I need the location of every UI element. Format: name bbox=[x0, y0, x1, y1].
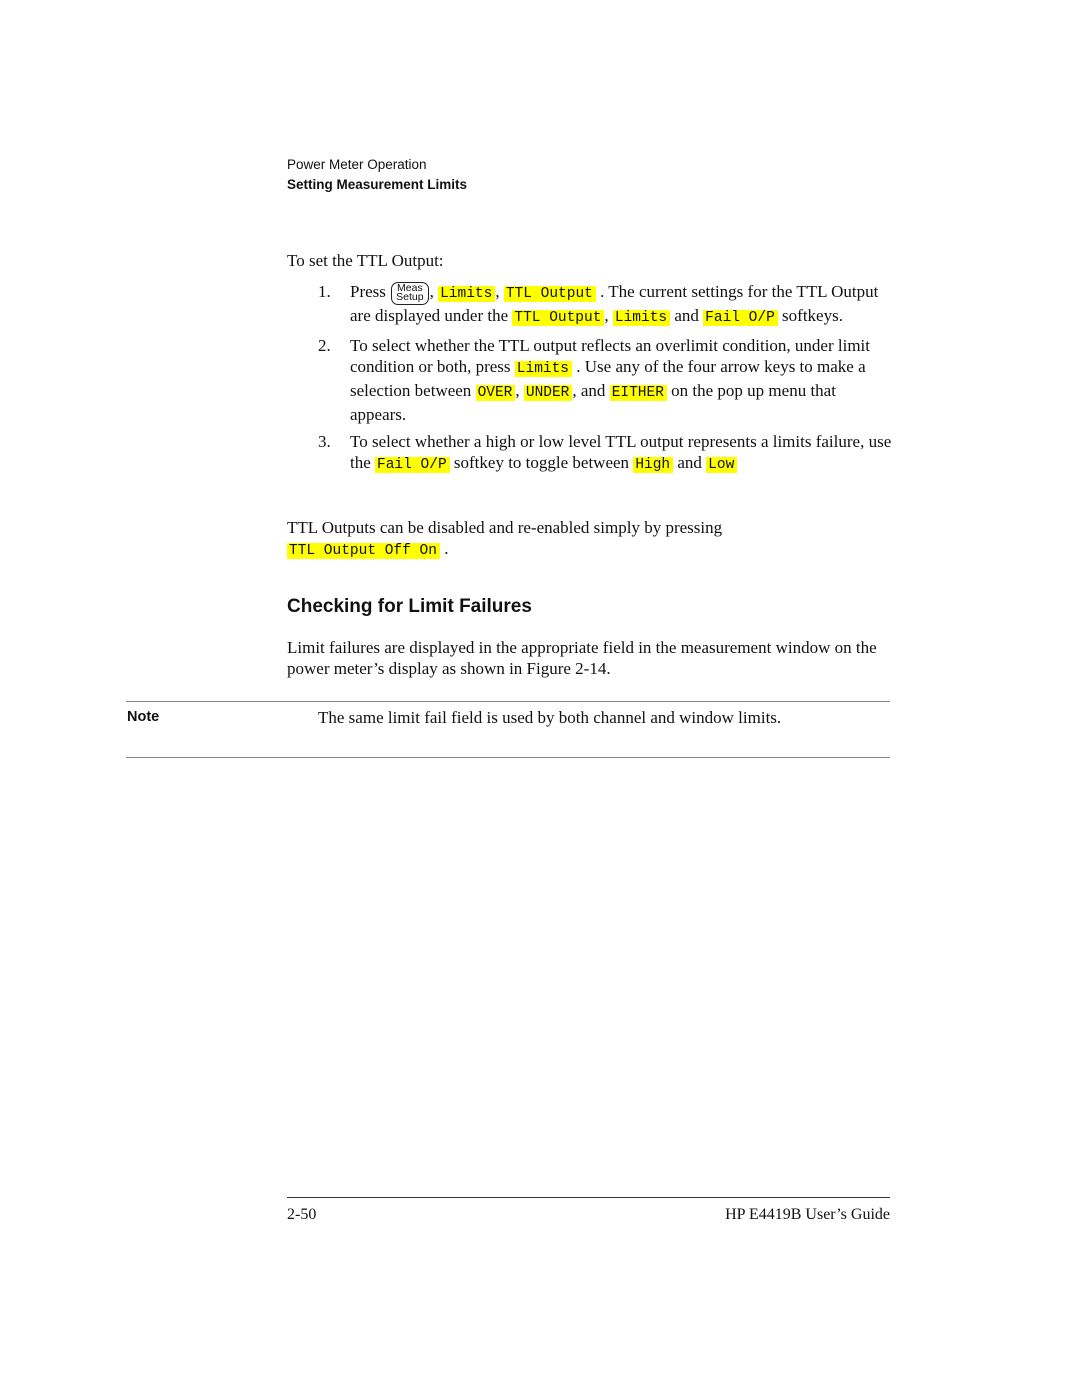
option-either: EITHER bbox=[609, 385, 667, 401]
softkey-ttl-output: TTL Output bbox=[503, 286, 596, 302]
meas-setup-key-icon: Meas Setup bbox=[391, 282, 429, 305]
option-high: High bbox=[633, 457, 674, 473]
softkey-ttl-output: TTL Output bbox=[512, 310, 605, 326]
footer-divider bbox=[287, 1197, 890, 1198]
running-header-section: Setting Measurement Limits bbox=[287, 177, 468, 192]
option-under: UNDER bbox=[523, 385, 573, 401]
note-label: Note bbox=[127, 709, 160, 725]
step-text: and bbox=[677, 453, 702, 472]
step-number: 1. bbox=[318, 282, 331, 301]
document-title: HP E4419B User’s Guide bbox=[725, 1206, 890, 1223]
running-header-chapter: Power Meter Operation bbox=[287, 157, 427, 172]
note-divider-top bbox=[126, 701, 890, 702]
step-text: and bbox=[674, 306, 699, 325]
step-item: 1. Press Meas Setup, Limits, TTL Output .… bbox=[318, 282, 879, 326]
step-item: 2. To select whether the TTL output refl… bbox=[318, 336, 871, 424]
softkey-ttl-output-off-on: TTL Output Off On bbox=[287, 543, 440, 559]
intro-text: To set the TTL Output: bbox=[287, 251, 444, 270]
option-low: Low bbox=[706, 457, 738, 473]
step-number: 2. bbox=[318, 336, 331, 355]
ttl-disable-paragraph: TTL Outputs can be disabled and re-enabl… bbox=[287, 518, 723, 559]
softkey-limits: Limits bbox=[438, 286, 496, 302]
note-divider-bottom bbox=[126, 757, 890, 758]
softkey-fail-op: Fail O/P bbox=[703, 310, 778, 326]
step-text: softkey to toggle between bbox=[453, 453, 630, 472]
step-text: Press bbox=[350, 282, 386, 301]
steps-list: 1. Press Meas Setup, Limits, TTL Output .… bbox=[318, 281, 893, 482]
option-over: OVER bbox=[475, 385, 516, 401]
limit-failures-paragraph: Limit failures are displayed in the appr… bbox=[287, 638, 877, 678]
softkey-limits: Limits bbox=[514, 361, 573, 377]
step-text: softkeys. bbox=[782, 306, 843, 325]
note-text: The same limit fail field is used by bot… bbox=[318, 708, 782, 727]
softkey-limits: Limits bbox=[612, 310, 671, 326]
section-heading: Checking for Limit Failures bbox=[287, 596, 532, 617]
step-item: 3. To select whether a high or low level… bbox=[318, 431, 893, 476]
step-number: 3. bbox=[318, 432, 331, 451]
page-number: 2-50 bbox=[287, 1206, 317, 1223]
softkey-fail-op: Fail O/P bbox=[375, 457, 450, 473]
